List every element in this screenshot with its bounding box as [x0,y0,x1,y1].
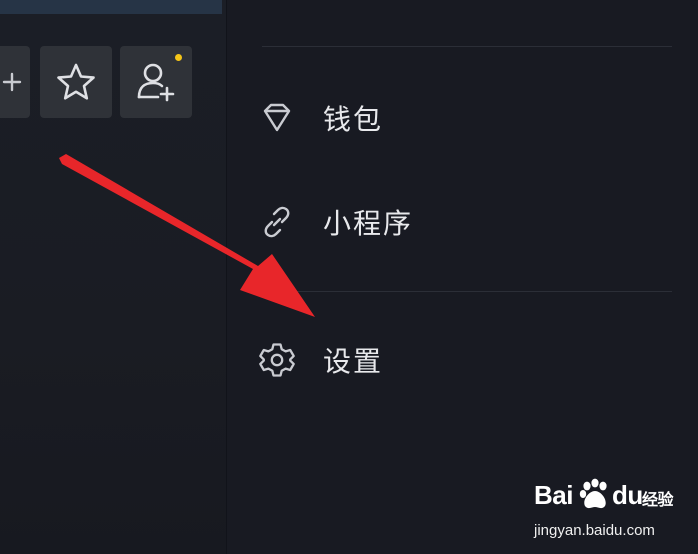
watermark-suffix: 经验 [642,492,674,509]
watermark-brand-bai: Bai [534,480,573,510]
diamond-icon [257,98,297,138]
baidu-jingyan-watermark: Bai 经验 du jingyan.baidu.com [534,478,674,544]
menu-item-settings[interactable]: 设置 [257,330,657,390]
menu-item-mini-programs[interactable]: 小程序 [257,192,657,252]
link-icon [257,202,297,242]
add-icon [2,72,22,92]
header-image-strip [0,0,222,14]
menu-item-label: 钱包 [323,103,384,136]
watermark-url: jingyan.baidu.com [534,522,655,539]
paw-icon [579,478,607,509]
menu-item-wallet[interactable]: 钱包 [257,88,657,148]
menu-divider-middle [262,291,672,292]
add-friend-button[interactable] [120,46,192,118]
gear-icon [257,340,297,380]
add-button[interactable] [0,46,30,118]
side-menu: 钱包 小程序 设置 [227,0,698,554]
left-panel [0,0,226,554]
favorites-button[interactable] [40,46,112,118]
watermark-brand-du: du [612,480,643,510]
screen: 钱包 小程序 设置 Bai 经验 du jingyan.baidu.com [0,0,698,554]
notification-dot [175,54,182,61]
menu-divider-top [262,46,672,47]
menu-item-label: 小程序 [323,207,414,240]
star-icon [57,63,95,100]
add-friend-icon [137,63,175,102]
menu-item-label: 设置 [323,345,384,378]
